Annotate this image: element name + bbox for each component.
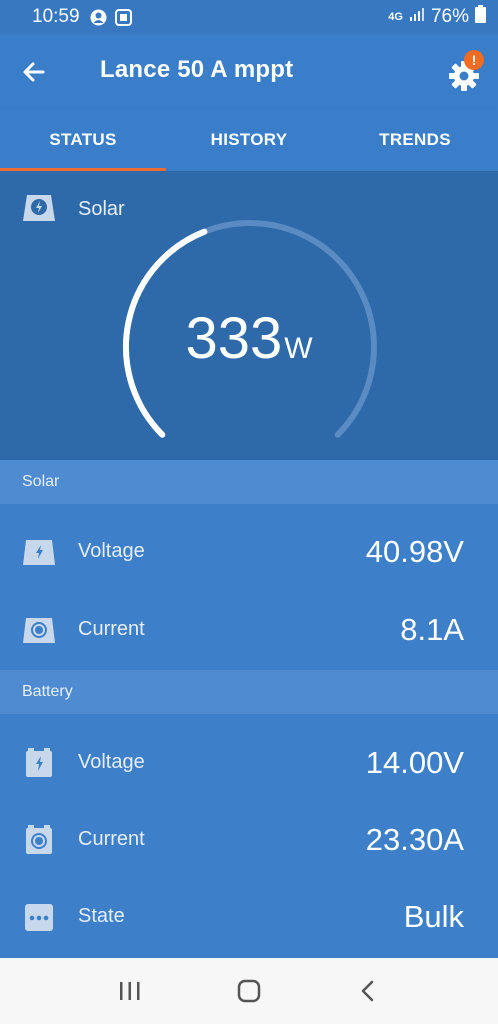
row-label: Voltage — [78, 540, 145, 562]
network-type-icon: 4G — [388, 11, 403, 23]
solar-voltage-icon — [23, 540, 55, 565]
row-label: Current — [78, 618, 145, 640]
status-time: 10:59 — [32, 6, 80, 27]
status-bar: 10:59 4G 76% — [0, 0, 498, 34]
row-value: 40.98V — [365, 534, 464, 569]
solar-gauge-panel: Solar 333W — [0, 171, 498, 460]
system-back-button[interactable] — [348, 971, 388, 1011]
row-label: State — [78, 905, 125, 927]
account-icon — [90, 9, 107, 26]
tab-history[interactable]: HISTORY — [166, 108, 332, 171]
back-arrow-icon — [23, 62, 45, 82]
list-item: Current 23.30A — [0, 801, 498, 879]
solar-current-icon — [23, 618, 55, 643]
home-icon — [237, 979, 261, 1003]
row-value: 23.30A — [365, 822, 464, 857]
list-item: Voltage 14.00V — [0, 724, 498, 802]
list-item: Voltage 40.98V — [0, 513, 498, 591]
state-icon — [25, 904, 53, 931]
screenshot-icon — [114, 8, 132, 26]
list-item: Current 8.1A — [0, 591, 498, 669]
system-nav-bar — [0, 958, 498, 1024]
section-header-solar: Solar — [0, 460, 498, 504]
row-value: Bulk — [403, 899, 464, 934]
home-button[interactable] — [229, 971, 269, 1011]
back-button[interactable] — [16, 54, 52, 90]
row-value: 8.1A — [400, 612, 464, 647]
settings-button[interactable]: ! — [444, 50, 488, 94]
row-label: Voltage — [78, 751, 145, 773]
battery-icon — [475, 5, 486, 29]
tab-trends[interactable]: TRENDS — [332, 108, 498, 171]
recent-apps-icon — [119, 982, 140, 1000]
tab-bar: STATUS HISTORY TRENDS — [0, 108, 498, 171]
section-header-battery: Battery — [0, 670, 498, 714]
battery-percent: 76% — [430, 6, 469, 27]
app-bar: Lance 50 A mppt ! — [0, 34, 498, 108]
recent-apps-button[interactable] — [110, 971, 150, 1011]
row-label: Current — [78, 828, 145, 850]
tab-status[interactable]: STATUS — [0, 108, 166, 171]
page-title: Lance 50 A mppt — [100, 56, 294, 83]
list-item: State Bulk — [0, 878, 498, 956]
battery-current-icon — [26, 825, 52, 854]
gauge-unit: W — [284, 332, 313, 365]
gauge-value: 333 — [185, 306, 283, 371]
row-value: 14.00V — [365, 745, 464, 780]
signal-icon — [409, 6, 425, 28]
chevron-left-icon — [362, 980, 374, 1002]
gauge-reading: 333W — [0, 305, 498, 372]
battery-voltage-icon — [26, 748, 52, 777]
notification-badge: ! — [464, 50, 484, 70]
